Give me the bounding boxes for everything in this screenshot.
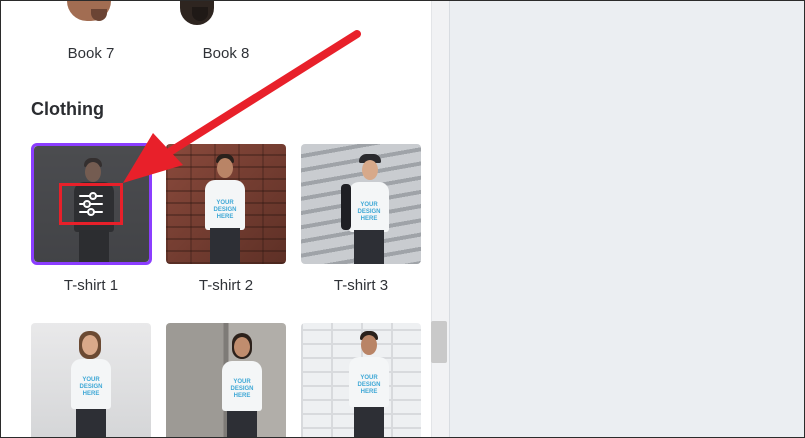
tshirt-5-print: YOUR DESIGN HERE xyxy=(230,379,254,399)
clothing-section-title: Clothing xyxy=(31,99,104,119)
book-7-tile[interactable] xyxy=(31,1,151,33)
panel-scrollbar-thumb[interactable] xyxy=(431,321,447,363)
tshirt-2-label: T-shirt 2 xyxy=(198,277,254,294)
tshirt-3-label: T-shirt 3 xyxy=(333,277,389,294)
design-canvas-area[interactable] xyxy=(449,1,804,437)
tshirt-5-thumbnail[interactable]: YOUR DESIGN HERE xyxy=(166,323,286,437)
tshirt-6-print: YOUR DESIGN HERE xyxy=(357,375,381,395)
templates-panel: Book 7 Book 8 Clothing T-shirt 1 YOUR DE… xyxy=(1,1,431,437)
book-7-label: Book 7 xyxy=(67,45,115,62)
panel-scrollbar-track[interactable] xyxy=(431,1,449,437)
tshirt-6-thumbnail[interactable]: YOUR DESIGN HERE xyxy=(301,323,421,437)
tshirt-1-label: T-shirt 1 xyxy=(63,277,119,294)
tshirt-2-print: YOUR DESIGN HERE xyxy=(213,200,237,220)
tshirt-3-print: YOUR DESIGN HERE xyxy=(357,202,381,222)
book-8-label: Book 8 xyxy=(202,45,250,62)
app-window: Book 7 Book 8 Clothing T-shirt 1 YOUR DE… xyxy=(0,0,805,438)
book-8-tile[interactable] xyxy=(166,1,286,33)
tshirt-2-thumbnail[interactable]: YOUR DESIGN HERE xyxy=(166,144,286,264)
tshirt-4-print: YOUR DESIGN HERE xyxy=(79,377,103,397)
adjust-settings-button[interactable] xyxy=(59,183,123,225)
tshirt-4-thumbnail[interactable]: YOUR DESIGN HERE xyxy=(31,323,151,437)
tshirt-3-thumbnail[interactable]: YOUR DESIGN HERE xyxy=(301,144,421,264)
sliders-icon xyxy=(79,192,103,216)
